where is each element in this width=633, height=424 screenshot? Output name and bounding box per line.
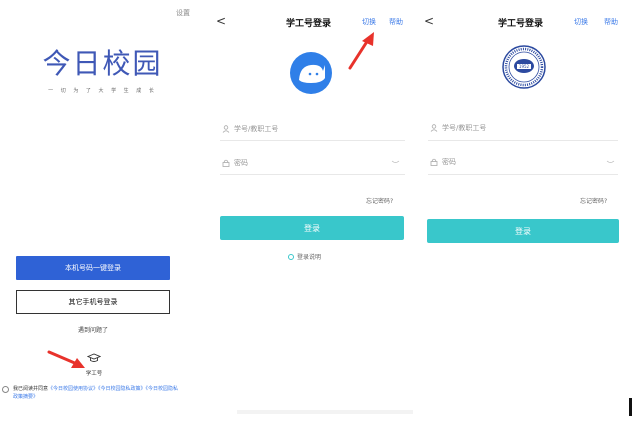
forgot-password-link[interactable]: 忘记密码? — [366, 196, 393, 205]
red-arrow-icon — [47, 350, 85, 368]
page-title: 学工号登录 — [286, 19, 332, 29]
bottom-strip — [237, 410, 413, 414]
eye-closed-icon[interactable] — [391, 160, 400, 165]
agree-radio[interactable] — [2, 386, 9, 393]
agreement-link-privacy[interactable]: 《今日校园隐私政策》 — [98, 386, 146, 392]
password-placeholder: 密码 — [442, 158, 456, 166]
help-link[interactable]: 帮助 — [389, 17, 403, 27]
back-icon[interactable]: < — [424, 14, 434, 28]
user-icon — [430, 124, 438, 132]
eye-closed-icon[interactable] — [606, 160, 615, 165]
switch-link[interactable]: 切换 — [362, 17, 376, 27]
student-id-placeholder: 学号/教职工号 — [442, 124, 487, 132]
user-icon — [222, 125, 230, 133]
agreement-prefix: 我已阅读并同意 — [13, 386, 49, 392]
lock-icon — [430, 158, 438, 166]
student-id-input[interactable]: 学号/教职工号 — [430, 121, 486, 135]
login-help-label: 登录说明 — [297, 254, 322, 261]
edge-mark — [629, 398, 632, 416]
student-id-input[interactable]: 学号/教职工号 — [222, 122, 278, 136]
divider — [428, 140, 618, 141]
login-help-link[interactable]: 登录说明 — [288, 252, 321, 261]
info-icon — [288, 253, 294, 260]
graduation-cap-icon[interactable] — [87, 353, 101, 363]
university-login-screen: < 学工号登录 切换 帮助 1952 学号/教职工号 密码 忘记密码? 登录 — [420, 0, 633, 424]
red-arrow-icon — [348, 32, 374, 70]
divider — [428, 174, 618, 175]
seal-year: 1952 — [519, 64, 530, 69]
student-id-login-label[interactable]: 学工号 — [80, 369, 108, 377]
brand-title: 今日校园 — [42, 47, 163, 80]
back-icon[interactable]: < — [216, 14, 226, 28]
app-logo-icon — [290, 52, 332, 94]
login-button[interactable]: 登录 — [427, 219, 619, 243]
lock-icon — [222, 159, 230, 167]
brand-slogan: 一 切 为 了 大 学 生 成 长 — [48, 88, 157, 94]
agreement-link-terms[interactable]: 《今日校园使用协议》 — [48, 386, 98, 392]
one-click-login-button[interactable]: 本机号码一键登录 — [16, 256, 170, 280]
divider — [220, 174, 405, 175]
trouble-link[interactable]: 遇到问题了 — [0, 325, 186, 334]
help-link[interactable]: 帮助 — [604, 17, 618, 27]
login-button[interactable]: 登录 — [220, 216, 404, 240]
password-input[interactable]: 密码 — [430, 155, 456, 169]
page-title: 学工号登录 — [498, 19, 544, 29]
switch-link[interactable]: 切换 — [574, 17, 588, 27]
forgot-password-link[interactable]: 忘记密码? — [580, 196, 607, 205]
settings-link[interactable]: 设置 — [176, 8, 190, 18]
other-phone-login-button[interactable]: 其它手机号登录 — [16, 290, 170, 314]
divider — [220, 140, 405, 141]
university-seal-icon: 1952 — [502, 45, 546, 89]
welcome-screen: 设置 今日校园 一 切 为 了 大 学 生 成 长 本机号码一键登录 其它手机号… — [0, 0, 205, 424]
student-login-screen: < 学工号登录 切换 帮助 学号/教职工号 密码 忘记密码? 登录 登录说明 — [206, 0, 419, 424]
agreement-text: 我已阅读并同意《今日校园使用协议》《今日校园隐私政策》《今日校园隐私政策摘要》 — [2, 385, 183, 401]
password-input[interactable]: 密码 — [222, 156, 248, 170]
password-placeholder: 密码 — [234, 159, 248, 167]
student-id-placeholder: 学号/教职工号 — [234, 125, 279, 133]
